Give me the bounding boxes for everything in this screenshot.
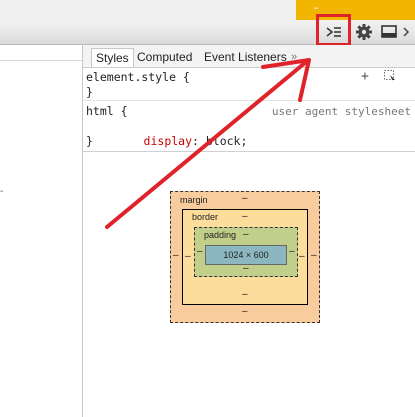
tab-computed[interactable]: Computed xyxy=(133,48,196,67)
minimize-button[interactable]: – xyxy=(310,2,322,14)
padding-label: padding xyxy=(204,230,237,240)
box-model-margin[interactable]: margin – – – – border – – – – padding – … xyxy=(170,191,320,323)
panel-divider xyxy=(0,60,82,61)
gear-icon[interactable] xyxy=(354,22,374,42)
html-rule: html { user agent stylesheet display: bl… xyxy=(83,101,415,152)
element-style-rule: element.style { } + xyxy=(83,68,415,101)
border-left-value[interactable]: – xyxy=(185,251,191,262)
margin-right-value[interactable]: – xyxy=(311,250,317,261)
new-rule-icon[interactable]: + xyxy=(361,69,369,84)
close-icon[interactable] xyxy=(399,22,413,42)
margin-bottom-value[interactable]: – xyxy=(242,306,248,317)
padding-left-value[interactable]: – xyxy=(197,246,203,257)
tab-event-listeners[interactable]: Event Listeners xyxy=(200,48,291,67)
box-model-border[interactable]: border – – – – padding – – – – 1024 × 60… xyxy=(182,209,308,305)
margin-left-value[interactable]: – xyxy=(173,250,179,261)
css-property-name[interactable]: display xyxy=(144,134,192,148)
sidebar-tabs: Styles Computed Event Listeners » xyxy=(83,45,415,68)
tab-styles[interactable]: Styles xyxy=(91,48,134,67)
window-titlebar: – xyxy=(0,0,415,20)
styles-sidebar: Styles Computed Event Listeners » elemen… xyxy=(83,45,415,417)
margin-top-value[interactable]: – xyxy=(242,193,248,204)
user-agent-source: user agent stylesheet xyxy=(271,105,411,118)
more-tabs-button[interactable]: » xyxy=(291,48,297,66)
border-right-value[interactable]: – xyxy=(299,251,305,262)
tree-marker: - xyxy=(0,186,4,197)
rule-close-brace: } xyxy=(86,134,93,148)
element-state-icon[interactable] xyxy=(384,70,396,82)
titlebar-accent: – xyxy=(296,0,415,20)
html-selector[interactable]: html { xyxy=(86,104,128,118)
element-style-selector[interactable]: element.style { xyxy=(86,70,190,84)
elements-panel: - xyxy=(0,45,83,417)
padding-top-value[interactable]: – xyxy=(243,229,249,240)
padding-right-value[interactable]: – xyxy=(289,246,295,257)
border-bottom-value[interactable]: – xyxy=(242,289,248,300)
rule-close-brace: } xyxy=(86,85,93,99)
box-model-padding[interactable]: padding – – – – 1024 × 600 xyxy=(194,227,298,277)
devtools-toolbar xyxy=(0,20,415,45)
annotation-highlight-box xyxy=(316,14,351,46)
css-property-value[interactable]: : block; xyxy=(192,134,247,148)
margin-label: margin xyxy=(180,195,208,205)
border-label: border xyxy=(192,212,219,222)
box-model-content[interactable]: 1024 × 600 xyxy=(205,245,287,265)
border-top-value[interactable]: – xyxy=(242,211,248,222)
undock-icon[interactable] xyxy=(379,22,399,42)
